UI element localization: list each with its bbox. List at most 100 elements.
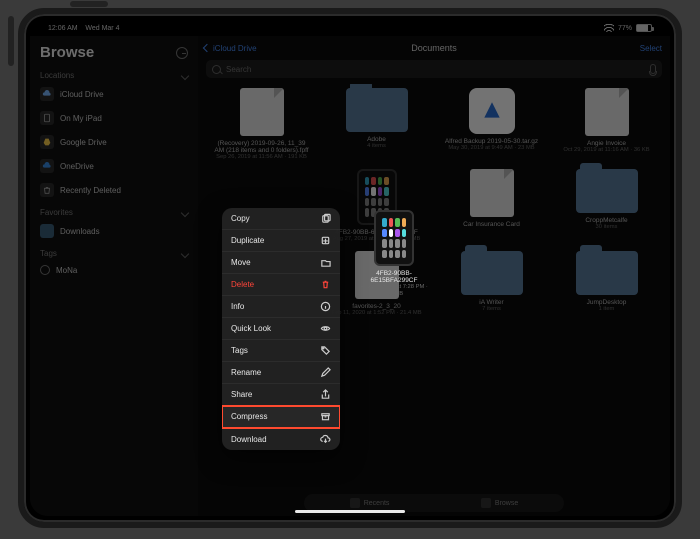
- file-tile[interactable]: Car Insurance Card: [442, 165, 542, 247]
- ipad-icon: [40, 111, 54, 125]
- tab-label: Recents: [364, 500, 390, 507]
- file-tile[interactable]: Alfred Backup 2019-05-30.tar.gzMay 30, 2…: [442, 84, 542, 165]
- menu-item-copy[interactable]: Copy: [222, 208, 340, 230]
- dictate-icon[interactable]: [650, 64, 656, 74]
- sidebar: Browse Locations iCloud Drive On My iPad…: [30, 36, 198, 516]
- sidebar-item-onedrive[interactable]: OneDrive: [30, 154, 198, 178]
- status-time: 12:06 AM: [48, 25, 78, 32]
- menu-item-compress[interactable]: Compress: [222, 406, 340, 428]
- sidebar-item-downloads[interactable]: Downloads: [30, 219, 198, 243]
- recents-icon[interactable]: [176, 47, 188, 59]
- selected-file-preview[interactable]: 4FB2-90BB-6E15BFA299CF Aug 27, 2019 at 7…: [357, 210, 431, 297]
- menu-item-label: Info: [231, 302, 244, 311]
- file-name: CroppMetcalfe: [559, 217, 655, 224]
- tab-recents[interactable]: Recents: [350, 498, 390, 508]
- move-icon: [320, 257, 331, 268]
- menu-item-move[interactable]: Move: [222, 252, 340, 274]
- menu-item-download[interactable]: Download: [222, 428, 340, 450]
- file-subtitle: May 30, 2019 at 9:49 AM · 23 MB: [444, 145, 540, 152]
- content-header: iCloud Drive Documents Select: [198, 36, 670, 60]
- file-thumbnail: [470, 169, 514, 217]
- back-button[interactable]: iCloud Drive: [204, 44, 257, 53]
- file-subtitle: 7 items: [444, 306, 540, 313]
- sidebar-item-recently-deleted[interactable]: Recently Deleted: [30, 178, 198, 202]
- home-indicator[interactable]: [295, 510, 405, 513]
- file-thumbnail: [240, 88, 284, 136]
- menu-item-label: Compress: [231, 412, 267, 421]
- folder-icon: [40, 224, 54, 238]
- file-tile[interactable]: (Recovery) 2019-09-26, 11_39 AM (218 ite…: [212, 84, 312, 165]
- sidebar-item-icloud-drive[interactable]: iCloud Drive: [30, 82, 198, 106]
- cloud-icon: [40, 87, 54, 101]
- menu-item-duplicate[interactable]: Duplicate: [222, 230, 340, 252]
- sidebar-group-label: Favorites: [40, 208, 73, 217]
- menu-item-delete[interactable]: Delete: [222, 274, 340, 296]
- file-tile[interactable]: CroppMetcalfe30 items: [557, 165, 657, 247]
- sidebar-item-label: MoNa: [56, 266, 77, 275]
- sidebar-item-on-my-ipad[interactable]: On My iPad: [30, 106, 198, 130]
- file-subtitle: Aug 27, 2019 at 7:28 PM · 2.5 MB: [357, 284, 431, 297]
- tab-label: Browse: [495, 500, 518, 507]
- file-name: Car Insurance Card: [444, 221, 540, 228]
- menu-item-rename[interactable]: Rename: [222, 362, 340, 384]
- chevron-left-icon: [203, 44, 211, 52]
- sidebar-item-google-drive[interactable]: Google Drive: [30, 130, 198, 154]
- file-name: 4FB2-90BB-6E15BFA299CF: [357, 270, 431, 284]
- menu-item-quick-look[interactable]: Quick Look: [222, 318, 340, 340]
- menu-item-label: Share: [231, 390, 252, 399]
- sidebar-item-label: Google Drive: [60, 138, 107, 147]
- file-subtitle: 4 items: [329, 143, 425, 150]
- file-thumbnail: [461, 251, 523, 295]
- download-icon: [320, 434, 331, 445]
- menu-item-label: Quick Look: [231, 324, 271, 333]
- duplicate-icon: [320, 235, 331, 246]
- tab-browse[interactable]: Browse: [481, 498, 518, 508]
- sidebar-item-tag-mona[interactable]: MoNa: [30, 260, 198, 280]
- menu-item-label: Duplicate: [231, 236, 264, 245]
- chevron-down-icon: [181, 208, 189, 216]
- file-thumbnail: [576, 251, 638, 295]
- file-tile[interactable]: iA Writer7 items: [442, 247, 542, 321]
- menu-item-info[interactable]: Info: [222, 296, 340, 318]
- status-right: 77%: [604, 24, 652, 32]
- menu-item-tags[interactable]: Tags: [222, 340, 340, 362]
- file-name: Angie Invoice: [559, 140, 655, 147]
- search-field[interactable]: [206, 60, 662, 78]
- search-input[interactable]: [226, 65, 645, 74]
- info-icon: [320, 301, 331, 312]
- sidebar-group-label: Tags: [40, 249, 57, 258]
- context-menu: Copy Duplicate Move Delete Info Quick Look Tag…: [222, 208, 340, 450]
- menu-item-share[interactable]: Share: [222, 384, 340, 406]
- file-subtitle: 1 item: [559, 306, 655, 313]
- sidebar-group-tags[interactable]: Tags: [30, 243, 198, 260]
- back-label: iCloud Drive: [213, 44, 257, 53]
- file-tile[interactable]: Adobe4 items: [327, 84, 427, 165]
- wifi-icon: [604, 24, 614, 32]
- select-button[interactable]: Select: [640, 44, 662, 53]
- sidebar-group-favorites[interactable]: Favorites: [30, 202, 198, 219]
- file-subtitle: 30 items: [559, 224, 655, 231]
- eye-icon: [320, 323, 331, 334]
- google-drive-icon: [40, 135, 54, 149]
- sidebar-item-label: OneDrive: [60, 162, 94, 171]
- file-thumbnail: [576, 169, 638, 213]
- sidebar-item-label: On My iPad: [60, 114, 102, 123]
- file-thumbnail: [346, 88, 408, 132]
- page-title: Documents: [411, 43, 457, 53]
- file-thumbnail: [585, 88, 629, 136]
- file-name: Alfred Backup 2019-05-30.tar.gz: [444, 138, 540, 145]
- onedrive-icon: [40, 159, 54, 173]
- menu-item-label: Delete: [231, 280, 254, 289]
- file-tile[interactable]: Angie InvoiceOct 29, 2019 at 11:16 AM · …: [557, 84, 657, 165]
- file-thumbnail: [374, 210, 414, 266]
- sidebar-group-locations[interactable]: Locations: [30, 65, 198, 82]
- device-power-button: [70, 1, 108, 7]
- file-tile[interactable]: JumpDesktop1 item: [557, 247, 657, 321]
- chevron-down-icon: [181, 71, 189, 79]
- tag-icon: [320, 345, 331, 356]
- archive-icon: [320, 411, 331, 422]
- ipad-device-frame: 12:06 AM Wed Mar 4 77% Browse Locations …: [18, 8, 682, 528]
- sidebar-item-label: Downloads: [60, 227, 100, 236]
- file-thumbnail: [469, 88, 515, 134]
- battery-percent: 77%: [618, 25, 632, 32]
